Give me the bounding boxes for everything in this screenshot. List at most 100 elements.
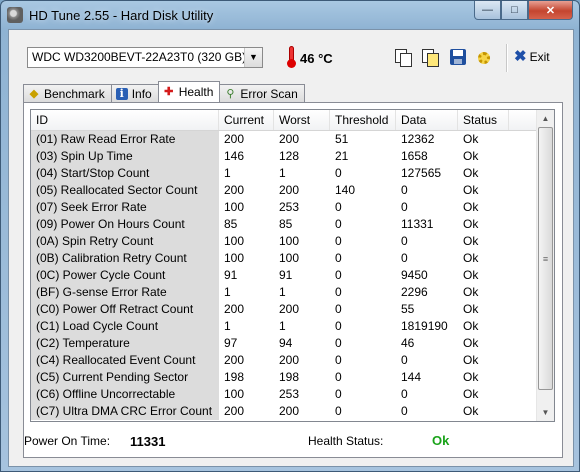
vertical-scrollbar[interactable]: ▲ ≡ ▼	[536, 110, 554, 421]
table-row[interactable]: (09) Power On Hours Count 85 85 0 11331 Ok	[31, 216, 539, 233]
status-value-cell: Ok	[463, 149, 479, 163]
attribute-id-cell: (0B) Calibration Retry Count	[31, 250, 219, 267]
table-row[interactable]: (C5) Current Pending Sector 198 198 0 144 Ok	[31, 369, 539, 386]
attribute-id-cell: (BF) G-sense Error Rate	[31, 284, 219, 301]
health-panel: ID Current Worst Threshold Data Status (…	[23, 102, 563, 458]
maximize-button[interactable]: □	[501, 1, 528, 20]
chevron-down-icon[interactable]: ▼	[244, 48, 262, 67]
options-icon[interactable]	[477, 49, 493, 65]
table-row[interactable]: (C0) Power Off Retract Count 200 200 0 55 Ok	[31, 301, 539, 318]
exit-button[interactable]: ✖ Exit	[514, 48, 550, 66]
exit-icon: ✖	[514, 48, 527, 65]
current-value-cell: 200	[224, 183, 245, 197]
status-value-cell: Ok	[463, 217, 479, 231]
current-value-cell: 200	[224, 302, 245, 316]
table-row[interactable]: (0B) Calibration Retry Count 100 100 0 0 Ok	[31, 250, 539, 267]
attribute-id-cell: (04) Start/Stop Count	[31, 165, 219, 182]
smart-attributes-list[interactable]: ID Current Worst Threshold Data Status (…	[30, 109, 555, 422]
benchmark-icon: ◆	[29, 87, 39, 100]
column-header-worst[interactable]: Worst	[274, 110, 330, 130]
worst-value-cell: 200	[279, 183, 300, 197]
thermometer-icon	[287, 46, 296, 68]
scroll-down-icon[interactable]: ▼	[537, 404, 554, 421]
current-value-cell: 200	[224, 132, 245, 146]
column-header-status[interactable]: Status	[458, 110, 509, 130]
threshold-value-cell: 0	[335, 251, 342, 265]
table-row[interactable]: (0C) Power Cycle Count 91 91 0 9450 Ok	[31, 267, 539, 284]
attribute-id-cell: (05) Reallocated Sector Count	[31, 182, 219, 199]
threshold-value-cell: 0	[335, 268, 342, 282]
worst-value-cell: 100	[279, 251, 300, 265]
attribute-id-cell: (0A) Spin Retry Count	[31, 233, 219, 250]
column-header-threshold[interactable]: Threshold	[330, 110, 396, 130]
table-row[interactable]: (07) Seek Error Rate 100 253 0 0 Ok	[31, 199, 539, 216]
worst-value-cell: 91	[279, 268, 293, 282]
table-row[interactable]: (03) Spin Up Time 146 128 21 1658 Ok	[31, 148, 539, 165]
worst-value-cell: 253	[279, 200, 300, 214]
threshold-value-cell: 0	[335, 217, 342, 231]
tab-info[interactable]: i Info	[110, 84, 159, 102]
attribute-id-cell: (C2) Temperature	[31, 335, 219, 352]
title-bar[interactable]: HD Tune 2.55 - Hard Disk Utility — □ ✕	[1, 1, 579, 29]
status-value-cell: Ok	[463, 268, 479, 282]
close-icon: ✕	[545, 4, 556, 17]
save-icon[interactable]	[450, 49, 466, 65]
drive-select-value: WDC WD3200BEVT-22A23T0 (320 GB)	[32, 50, 247, 64]
raw-data-cell: 0	[401, 404, 408, 418]
row-filler	[509, 301, 539, 318]
column-header-data[interactable]: Data	[396, 110, 458, 130]
table-row[interactable]: (C4) Reallocated Event Count 200 200 0 0 Ok	[31, 352, 539, 369]
attribute-id-cell: (09) Power On Hours Count	[31, 216, 219, 233]
table-row[interactable]: (C6) Offline Uncorrectable 100 253 0 0 Ok	[31, 386, 539, 403]
tab-label: Error Scan	[240, 86, 298, 101]
table-row[interactable]: (C1) Load Cycle Count 1 1 0 1819190 Ok	[31, 318, 539, 335]
exit-label: Exit	[529, 50, 550, 64]
table-row[interactable]: (BF) G-sense Error Rate 1 1 0 2296 Ok	[31, 284, 539, 301]
tab-benchmark[interactable]: ◆ Benchmark	[23, 84, 112, 102]
raw-data-cell: 9450	[401, 268, 428, 282]
row-filler	[509, 403, 539, 420]
table-row[interactable]: (01) Raw Read Error Rate 200 200 51 12362 Ok	[31, 131, 539, 148]
health-status-label: Health Status:	[308, 434, 384, 448]
minimize-button[interactable]: —	[474, 1, 501, 20]
raw-data-cell: 0	[401, 200, 408, 214]
attribute-id-cell: (C4) Reallocated Event Count	[31, 352, 219, 369]
threshold-value-cell: 0	[335, 166, 342, 180]
close-button[interactable]: ✕	[528, 1, 573, 20]
row-filler	[509, 216, 539, 233]
raw-data-cell: 12362	[401, 132, 435, 146]
row-filler	[509, 199, 539, 216]
tab-label: Benchmark	[44, 86, 105, 101]
column-header-current[interactable]: Current	[219, 110, 274, 130]
drive-select[interactable]: WDC WD3200BEVT-22A23T0 (320 GB) ▼	[27, 47, 263, 68]
worst-value-cell: 253	[279, 387, 300, 401]
app-window: HD Tune 2.55 - Hard Disk Utility — □ ✕ W…	[0, 0, 580, 472]
health-status-value: Ok	[432, 433, 450, 448]
raw-data-cell: 0	[401, 183, 408, 197]
table-header: ID Current Worst Threshold Data Status	[31, 110, 539, 131]
raw-data-cell: 46	[401, 336, 415, 350]
row-filler	[509, 165, 539, 182]
row-filler	[509, 318, 539, 335]
table-row[interactable]: (05) Reallocated Sector Count 200 200 140 0 O…	[31, 182, 539, 199]
column-header-id[interactable]: ID	[31, 110, 219, 130]
tab-health[interactable]: ✚ Health	[157, 81, 221, 102]
copy-all-icon[interactable]	[422, 49, 439, 67]
table-row[interactable]: (0A) Spin Retry Count 100 100 0 0 Ok	[31, 233, 539, 250]
raw-data-cell: 0	[401, 251, 408, 265]
scrollbar-thumb[interactable]: ≡	[538, 127, 553, 390]
raw-data-cell: 1819190	[401, 319, 448, 333]
raw-data-cell: 0	[401, 234, 408, 248]
copy-icon[interactable]	[395, 49, 412, 67]
tab-error-scan[interactable]: ⚲ Error Scan	[219, 84, 305, 102]
table-row[interactable]: (C7) Ultra DMA CRC Error Count 200 200 0 0 Ok	[31, 403, 539, 420]
info-icon: i	[115, 87, 128, 100]
status-value-cell: Ok	[463, 132, 479, 146]
threshold-value-cell: 0	[335, 319, 342, 333]
table-row[interactable]: (04) Start/Stop Count 1 1 0 127565 Ok	[31, 165, 539, 182]
worst-value-cell: 200	[279, 353, 300, 367]
row-filler	[509, 386, 539, 403]
scroll-up-icon[interactable]: ▲	[537, 110, 554, 127]
current-value-cell: 100	[224, 200, 245, 214]
table-row[interactable]: (C2) Temperature 97 94 0 46 Ok	[31, 335, 539, 352]
